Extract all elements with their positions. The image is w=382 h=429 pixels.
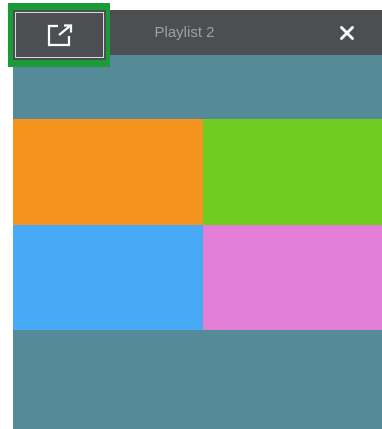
close-button[interactable] xyxy=(327,10,367,55)
playlist-tile-blue[interactable] xyxy=(13,225,203,330)
playlist-tile-green[interactable] xyxy=(203,119,382,225)
playlist-tile-pink[interactable] xyxy=(203,225,382,330)
playlist-tile-orange[interactable] xyxy=(13,119,203,225)
close-icon xyxy=(340,25,354,40)
external-link-icon xyxy=(47,24,72,47)
popout-button[interactable] xyxy=(13,10,106,60)
